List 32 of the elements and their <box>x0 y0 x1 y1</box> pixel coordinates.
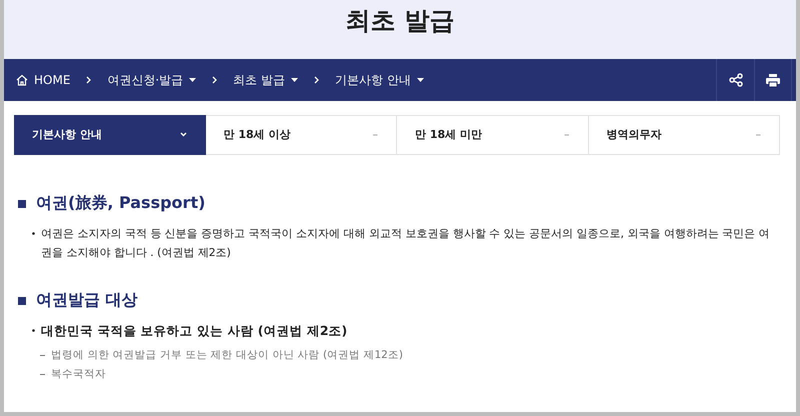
bullet-icon <box>32 232 35 235</box>
square-bullet-icon <box>18 296 26 304</box>
tab[interactable]: 병역의무자 – <box>588 114 780 155</box>
breadcrumb-menu[interactable]: 최초 발급 <box>233 72 298 89</box>
list-item-text: 여권은 소지자의 국적 등 신분을 증명하고 국적국이 소지자에 대해 외교적 보호권을 행사할 수 있는 공문서의 일종으로, 외국을 여행하려는 국민은 여권을 소지해야 합니다 . (여권법 제2조) <box>41 226 771 261</box>
dash-marker-icon <box>40 355 45 356</box>
chevron-down-icon <box>180 132 186 138</box>
sub-item-text: 복수국적자 <box>51 367 106 382</box>
dash-sign: – <box>564 128 570 142</box>
chevron-right-icon <box>314 76 320 84</box>
caret-icon <box>189 78 196 82</box>
home-icon <box>16 74 28 86</box>
dash-marker-icon <box>40 374 45 375</box>
caret-icon <box>416 78 424 82</box>
caret-icon <box>291 78 298 82</box>
page-title: 최초 발급 <box>346 5 454 37</box>
breadcrumb-menu[interactable]: 여권신청·발급 <box>107 72 196 89</box>
bullet-icon <box>32 329 35 332</box>
sub-item-text: 법령에 의한 여권발급 거부 또는 제한 대상이 아닌 사람 (여권법 제12조) <box>51 348 403 363</box>
section-heading: 여권발급 대상 <box>36 290 138 311</box>
square-bullet-icon <box>18 200 26 208</box>
chevron-right-icon <box>212 76 218 84</box>
home-link[interactable]: HOME <box>16 73 70 88</box>
tab[interactable]: 만 18세 미만 – <box>397 114 588 155</box>
tab[interactable]: 만 18세 이상 – <box>206 114 397 155</box>
list-item-text: 대한민국 국적을 보유하고 있는 사람 (여권법 제2조) <box>41 322 348 340</box>
dash-sign: – <box>372 128 378 142</box>
dash-sign: – <box>756 128 761 142</box>
tab[interactable]: 기본사항 안내 <box>14 114 206 155</box>
section-heading: 여권(旅券, Passport) <box>36 193 206 214</box>
chevron-right-icon <box>86 76 92 84</box>
breadcrumb-menu[interactable]: 기본사항 안내 <box>335 72 424 89</box>
